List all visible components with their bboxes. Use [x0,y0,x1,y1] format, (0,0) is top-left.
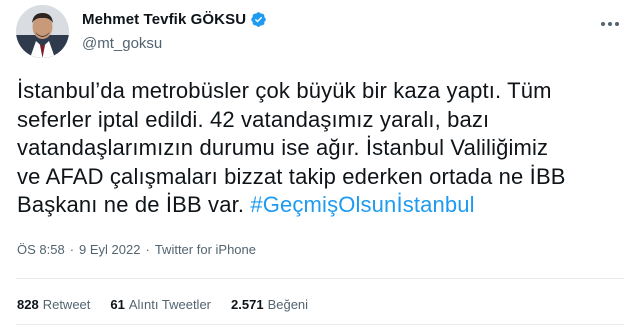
divider [16,324,624,325]
avatar[interactable] [16,5,69,58]
quote-tweets-label: Alıntı Tweetler [128,297,212,312]
quote-tweets-stat[interactable]: 61 Alıntı Tweetler [110,297,211,312]
tweet-text-segment: Başkanı ne de İBB var. [17,192,251,217]
likes-count: 2.571 [231,297,264,312]
meta-separator: · [69,242,75,257]
tweet-time[interactable]: ÖS 8:58 [17,242,65,257]
tweet-source[interactable]: Twitter for iPhone [155,242,256,257]
author-name-row[interactable]: Mehmet Tevfik GÖKSU [82,11,267,28]
tweet-text-line: vatandaşlarımızın durumu ise ağır. İstan… [17,135,549,160]
tweet-text-line: ve AFAD çalışmaları bizzat takip ederken… [17,163,566,189]
engagement-stats: 828 Retweet 61 Alıntı Tweetler 2.571 Beğ… [17,297,328,312]
tweet-date[interactable]: 9 Eyl 2022 [79,242,140,257]
meta-separator: · [145,242,150,257]
retweets-stat[interactable]: 828 Retweet [17,297,90,312]
more-dot [615,22,619,26]
avatar-image [16,5,69,58]
quote-tweets-count: 61 [110,297,125,312]
more-dot [608,22,612,26]
author-handle[interactable]: @mt_goksu [82,35,162,52]
tweet-text-line: İstanbul’da metrobüsler çok büyük bir ka… [17,78,552,103]
tweet-card: Mehmet Tevfik GÖKSU @mt_goksu İstanbul’d… [0,0,640,327]
divider [16,278,624,279]
more-dot [601,22,605,26]
tweet-text-line: seferler iptal edildi. 42 vatandaşımız y… [17,106,490,132]
tweet-text: İstanbul’da metrobüsler çok büyük bir ka… [17,77,632,220]
more-options-icon[interactable] [598,14,622,34]
tweet-text-line: Başkanı ne de İBB var. #GeçmişOlsunİstan… [17,191,632,220]
retweets-label: Retweet [42,297,91,312]
retweets-count: 828 [17,297,39,312]
hashtag-link[interactable]: #GeçmişOlsunİstanbul [250,192,474,217]
verified-badge-icon [250,11,267,28]
likes-stat[interactable]: 2.571 Beğeni [231,297,308,312]
likes-label: Beğeni [267,297,309,312]
tweet-meta: ÖS 8:58 · 9 Eyl 2022 · Twitter for iPhon… [17,242,256,257]
author-display-name[interactable]: Mehmet Tevfik GÖKSU [82,11,246,28]
